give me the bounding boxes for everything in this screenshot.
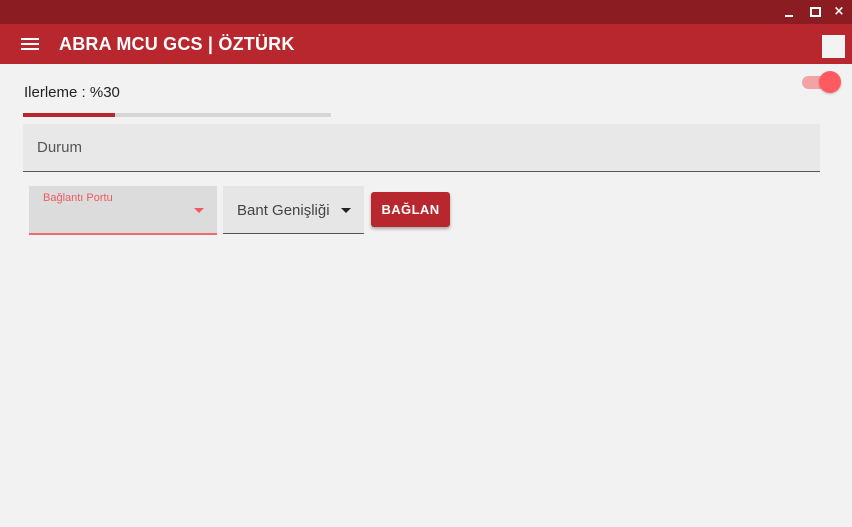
maximize-icon[interactable]	[806, 3, 824, 21]
dropdown-arrow-icon	[194, 208, 204, 213]
dropdown-arrow-icon	[341, 208, 351, 213]
connect-button[interactable]: BAĞLAN	[371, 192, 450, 227]
close-icon[interactable]: ×	[830, 3, 848, 21]
toggle-thumb	[819, 71, 841, 93]
progress-label: Ilerleme : %30	[24, 84, 120, 101]
status-field-placeholder: Durum	[37, 139, 83, 156]
progress-bar	[23, 113, 331, 117]
connection-port-select[interactable]: Bağlantı Portu	[29, 186, 217, 235]
bandwidth-label: Bant Genişliği	[237, 202, 330, 219]
toggle-switch[interactable]	[801, 70, 843, 94]
app-bar: ABRA MCU GCS | ÖZTÜRK	[0, 24, 852, 64]
status-field[interactable]: Durum	[23, 124, 820, 172]
app-title: ABRA MCU GCS | ÖZTÜRK	[59, 34, 295, 54]
progress-bar-fill	[23, 113, 116, 117]
appbar-action-button[interactable]	[822, 35, 845, 58]
minimize-icon[interactable]	[780, 3, 798, 21]
hamburger-menu-icon[interactable]	[21, 38, 39, 51]
connection-port-label: Bağlantı Portu	[43, 192, 113, 204]
window-titlebar: ×	[0, 0, 852, 24]
bandwidth-select[interactable]: Bant Genişliği	[223, 186, 364, 234]
